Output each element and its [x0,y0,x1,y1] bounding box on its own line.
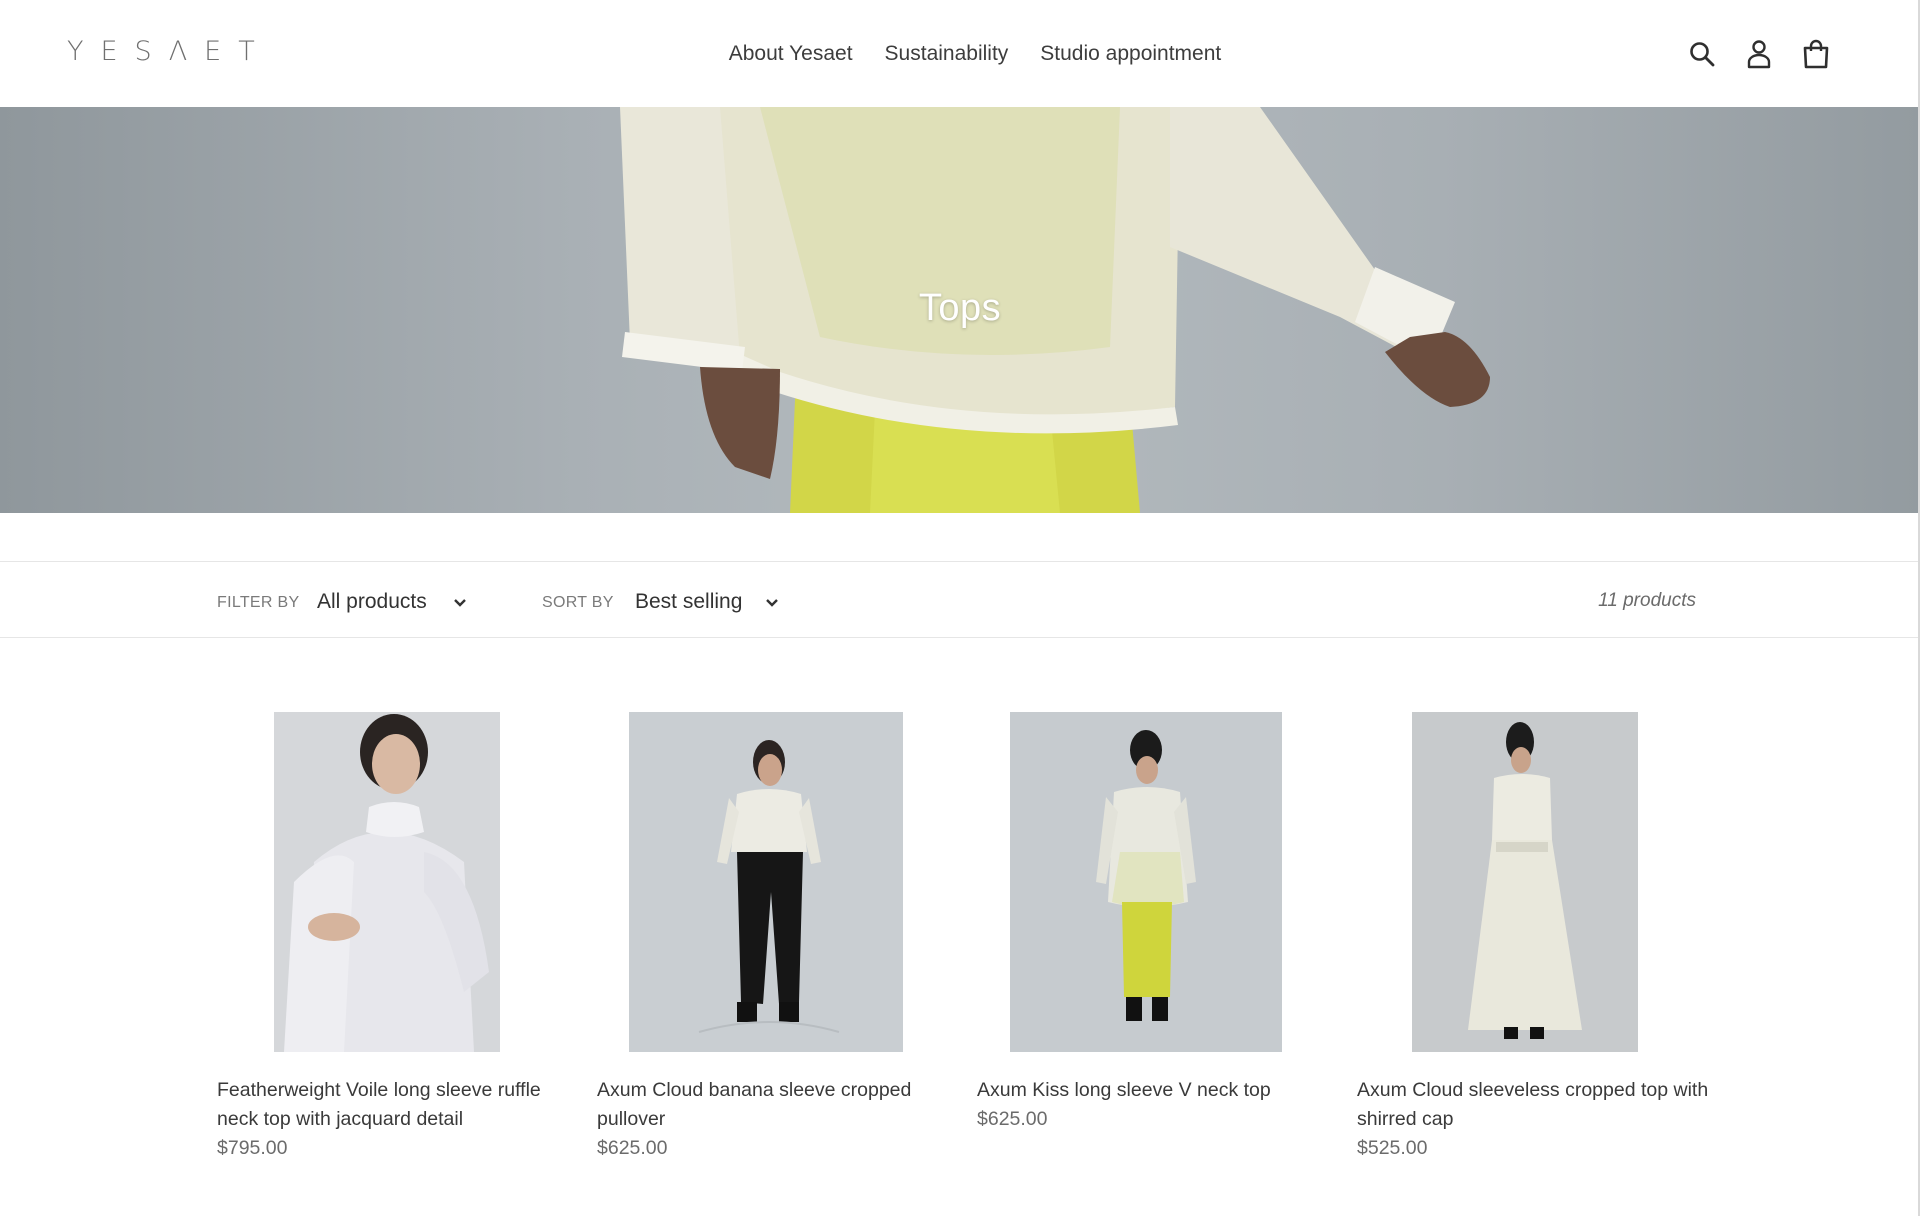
product-title[interactable]: Axum Kiss long sleeve V neck top [977,1076,1337,1105]
nav-link-about[interactable]: About Yesaet [729,40,853,68]
sort-select[interactable]: Best selling [635,588,783,616]
product-image[interactable] [1357,712,1717,1052]
product-title[interactable]: Axum Cloud sleeveless cropped top with s… [1357,1076,1717,1134]
product-title[interactable]: Featherweight Voile long sleeve ruffle n… [217,1076,577,1134]
product-image[interactable] [977,712,1337,1052]
chevron-down-icon [765,592,779,618]
product-count: 11 products [1598,590,1696,611]
product-price: $525.00 [1357,1137,1428,1159]
account-icon[interactable] [1743,36,1775,72]
main-nav: About Yesaet Sustainability Studio appoi… [0,40,1920,68]
filter-by-label: FILTER BY [217,594,300,611]
collection-hero: Tops [0,107,1920,513]
site-header: YESΛET About Yesaet Sustainability Studi… [0,0,1920,107]
product-price: $795.00 [217,1137,288,1159]
product-card[interactable]: Axum Cloud sleeveless cropped top with s… [1357,712,1717,1163]
product-image[interactable] [217,712,577,1052]
header-icons [1686,36,1832,72]
search-icon[interactable] [1686,36,1718,72]
product-image[interactable] [597,712,957,1052]
sort-select-value: Best selling [635,590,743,613]
nav-link-sustainability[interactable]: Sustainability [885,40,1009,68]
product-card[interactable]: Axum Kiss long sleeve V neck top $625.00 [977,712,1337,1134]
cart-icon[interactable] [1800,36,1832,72]
product-price: $625.00 [597,1137,668,1159]
nav-link-studio-appointment[interactable]: Studio appointment [1040,40,1221,68]
product-price: $625.00 [977,1108,1048,1130]
filter-select[interactable]: All products [317,588,469,616]
filter-select-value: All products [317,590,427,613]
sort-by-label: SORT BY [542,594,614,611]
product-title[interactable]: Axum Cloud banana sleeve cropped pullove… [597,1076,957,1134]
product-card[interactable]: Featherweight Voile long sleeve ruffle n… [217,712,577,1163]
collection-title: Tops [918,287,1002,329]
product-card[interactable]: Axum Cloud banana sleeve cropped pullove… [597,712,957,1163]
chevron-down-icon [453,592,467,618]
collection-filter-bar: FILTER BY All products SORT BY Best sell… [0,561,1920,638]
